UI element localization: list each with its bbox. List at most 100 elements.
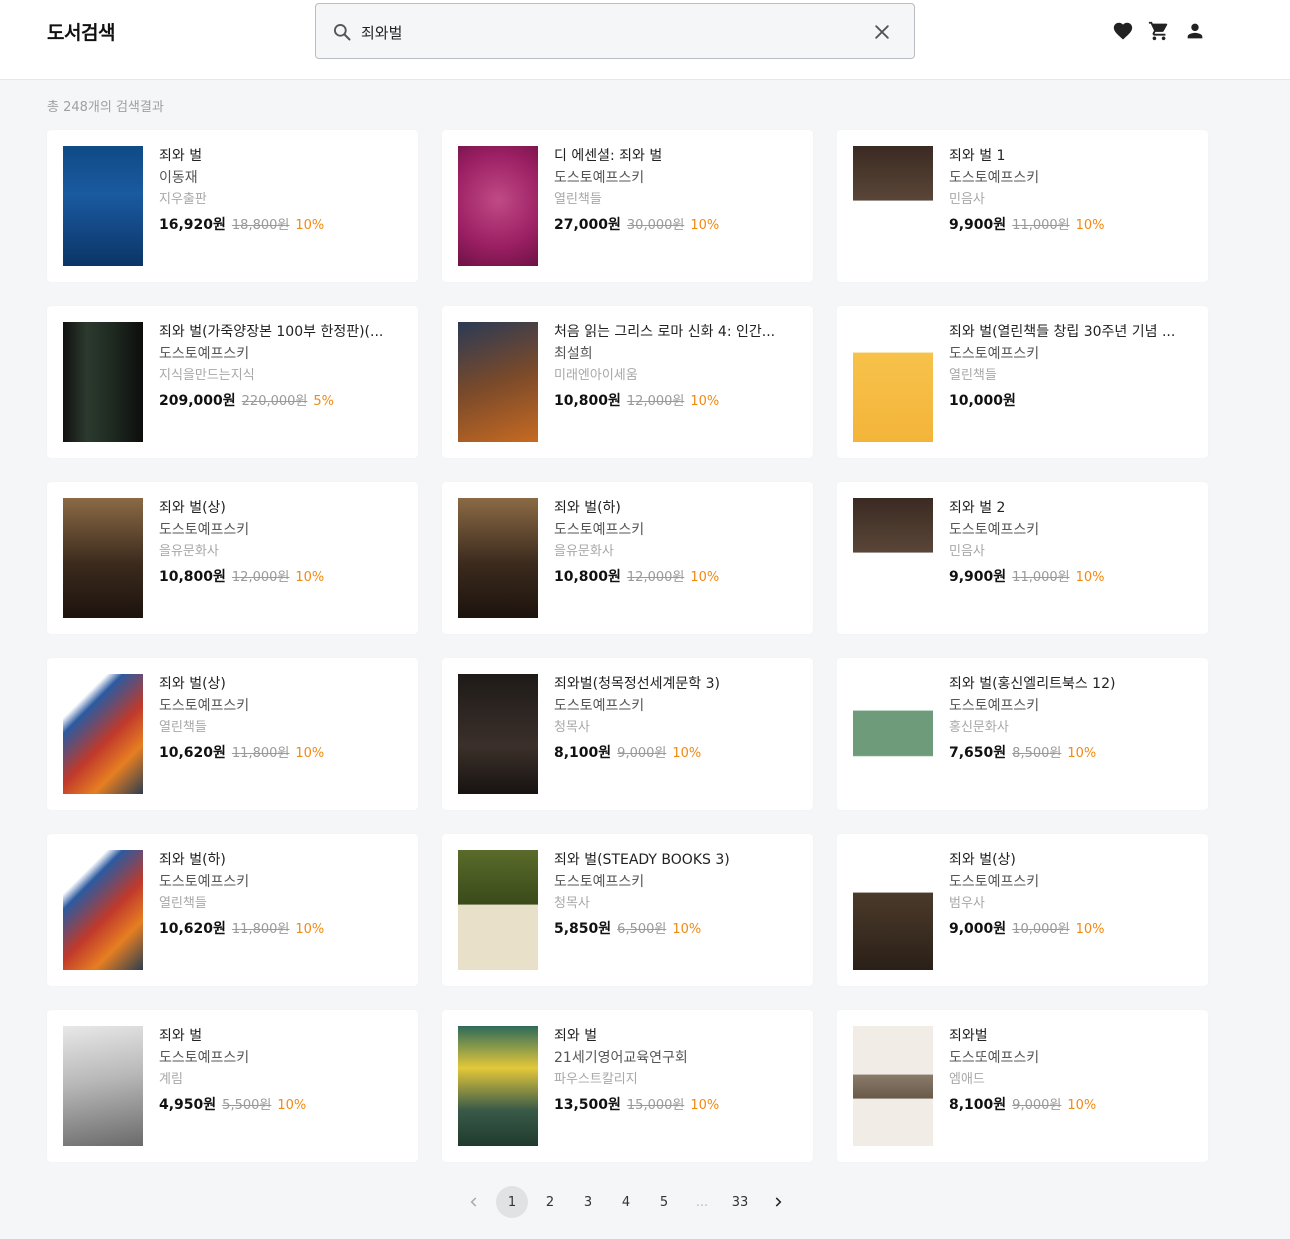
book-cover[interactable] [853, 146, 933, 266]
sale-price: 9,900원 [949, 217, 1007, 233]
book-cover[interactable] [853, 674, 933, 794]
book-card[interactable]: 죄와 벌(STEADY BOOKS 3) 도스토예프스키 청목사 5,850원 6… [442, 834, 813, 986]
book-cover[interactable] [63, 498, 143, 618]
book-cover[interactable] [458, 850, 538, 970]
book-title[interactable]: 죄와 벌(가죽양장본 100부 한정판)(... [159, 322, 399, 342]
book-title[interactable]: 죄와 벌(상) [949, 850, 1189, 870]
book-info: 죄와 벌(상) 도스토예프스키 을유문화사 10,800원 12,000원 10% [159, 498, 399, 587]
page-button[interactable]: 5 [648, 1186, 680, 1218]
book-card[interactable]: 죄와 벌(가죽양장본 100부 한정판)(... 도스토예프스키 지식을만드는지… [47, 306, 418, 458]
search-input[interactable] [361, 18, 841, 46]
book-cover[interactable] [853, 850, 933, 970]
book-title[interactable]: 디 에센셜: 죄와 벌 [554, 146, 794, 166]
book-publisher: 계림 [159, 1072, 183, 1087]
book-title[interactable]: 죄와 벌(열린책들 창립 30주년 기념 ... [949, 322, 1189, 342]
book-cover[interactable] [63, 674, 143, 794]
book-title[interactable]: 죄와벌 [949, 1026, 1189, 1046]
book-prices: 10,620원 11,800원 10% [159, 743, 399, 763]
pagination: 1 2 3 4 5 ... 33 [458, 1186, 800, 1218]
book-cover[interactable] [458, 674, 538, 794]
book-info: 죄와 벌(홍신엘리트북스 12) 도스토예프스키 홍신문화사 7,650원 8,5… [949, 674, 1189, 763]
book-info: 죄와 벌(열린책들 창립 30주년 기념 ... 도스토예프스키 열린책들 10… [949, 322, 1189, 411]
book-cover[interactable] [458, 498, 538, 618]
book-card[interactable]: 죄와 벌(하) 도스토예프스키 열린책들 10,620원 11,800원 10% [47, 834, 418, 986]
original-price: 11,000원 [1012, 570, 1070, 585]
book-author: 도스토예프스키 [159, 1050, 250, 1066]
book-cover[interactable] [458, 322, 538, 442]
book-title[interactable]: 죄와 벌 1 [949, 146, 1189, 166]
book-card[interactable]: 죄와 벌(홍신엘리트북스 12) 도스토예프스키 홍신문화사 7,650원 8,5… [837, 658, 1208, 810]
book-card[interactable]: 죄와 벌(상) 도스토예프스키 을유문화사 10,800원 12,000원 10% [47, 482, 418, 634]
book-title[interactable]: 죄와 벌(하) [554, 498, 794, 518]
book-card[interactable]: 죄와 벌(상) 도스토예프스키 범우사 9,000원 10,000원 10% [837, 834, 1208, 986]
original-price: 8,500원 [1012, 746, 1062, 761]
book-title[interactable]: 처음 읽는 그리스 로마 신화 4: 인간... [554, 322, 794, 342]
book-title[interactable]: 죄와 벌(하) [159, 850, 399, 870]
book-prices: 209,000원 220,000원 5% [159, 391, 399, 411]
book-cover[interactable] [853, 1026, 933, 1146]
book-card[interactable]: 처음 읽는 그리스 로마 신화 4: 인간... 최설희 미래엔아이세움 10,… [442, 306, 813, 458]
clear-search-icon[interactable] [872, 22, 892, 42]
book-title[interactable]: 죄와 벌 [159, 1026, 399, 1046]
book-cover[interactable] [63, 322, 143, 442]
original-price: 9,000원 [617, 746, 667, 761]
discount-rate: 10% [295, 746, 325, 761]
page-ellipsis: ... [695, 1194, 709, 1210]
book-title[interactable]: 죄와 벌(STEADY BOOKS 3) [554, 850, 794, 870]
book-info: 죄와 벌(STEADY BOOKS 3) 도스토예프스키 청목사 5,850원 6… [554, 850, 794, 939]
book-info: 죄와 벌(가죽양장본 100부 한정판)(... 도스토예프스키 지식을만드는지… [159, 322, 399, 411]
book-cover[interactable] [458, 146, 538, 266]
book-card[interactable]: 죄와벌(청목정선세계문학 3) 도스토예프스키 청목사 8,100원 9,000원… [442, 658, 813, 810]
book-publisher: 열린책들 [159, 896, 207, 911]
book-cover[interactable] [853, 322, 933, 442]
cart-icon[interactable] [1148, 20, 1170, 42]
book-cover[interactable] [853, 498, 933, 618]
page-button[interactable]: 1 [496, 1186, 528, 1218]
book-author: 도스토예프스키 [159, 874, 250, 890]
heart-icon[interactable] [1112, 20, 1134, 42]
page-button[interactable]: 4 [610, 1186, 642, 1218]
book-title[interactable]: 죄와 벌(상) [159, 674, 399, 694]
book-prices: 10,000원 [949, 391, 1189, 411]
book-cover[interactable] [458, 1026, 538, 1146]
book-card[interactable]: 죄와 벌(열린책들 창립 30주년 기념 ... 도스토예프스키 열린책들 10… [837, 306, 1208, 458]
book-card[interactable]: 죄와 벌 1 도스토예프스키 민음사 9,900원 11,000원 10% [837, 130, 1208, 282]
page-button[interactable]: 2 [534, 1186, 566, 1218]
book-card[interactable]: 죄와 벌 2 도스토예프스키 민음사 9,900원 11,000원 10% [837, 482, 1208, 634]
book-card[interactable]: 죄와 벌 도스토예프스키 계림 4,950원 5,500원 10% [47, 1010, 418, 1162]
sale-price: 9,000원 [949, 921, 1007, 937]
sale-price: 10,620원 [159, 745, 226, 761]
page-button[interactable]: 3 [572, 1186, 604, 1218]
sale-price: 7,650원 [949, 745, 1007, 761]
book-card[interactable]: 죄와 벌(상) 도스토예프스키 열린책들 10,620원 11,800원 10% [47, 658, 418, 810]
book-title[interactable]: 죄와 벌 2 [949, 498, 1189, 518]
book-title[interactable]: 죄와 벌 [554, 1026, 794, 1046]
book-publisher: 홍신문화사 [949, 720, 1009, 735]
book-cover[interactable] [63, 146, 143, 266]
discount-rate: 10% [277, 1098, 307, 1113]
book-card[interactable]: 죄와 벌 이동재 지우출판 16,920원 18,800원 10% [47, 130, 418, 282]
book-cover[interactable] [63, 850, 143, 970]
original-price: 12,000원 [626, 394, 685, 409]
book-info: 죄와 벌 도스토예프스키 계림 4,950원 5,500원 10% [159, 1026, 399, 1115]
book-card[interactable]: 디 에센셜: 죄와 벌 도스토예프스키 열린책들 27,000원 30,000원 1… [442, 130, 813, 282]
account-icon[interactable] [1184, 20, 1206, 42]
book-title[interactable]: 죄와벌(청목정선세계문학 3) [554, 674, 794, 694]
book-cover[interactable] [63, 1026, 143, 1146]
discount-rate: 10% [295, 570, 325, 585]
original-price: 6,500원 [617, 922, 667, 937]
prev-page-button[interactable] [458, 1186, 490, 1218]
sale-price: 10,800원 [554, 569, 621, 585]
book-title[interactable]: 죄와 벌(홍신엘리트북스 12) [949, 674, 1189, 694]
book-title[interactable]: 죄와 벌 [159, 146, 399, 166]
book-title[interactable]: 죄와 벌(상) [159, 498, 399, 518]
book-card[interactable]: 죄와벌 도스또예프스키 엠애드 8,100원 9,000원 10% [837, 1010, 1208, 1162]
book-author: 도스토예프스키 [159, 522, 250, 538]
app-logo[interactable]: 도서검색 [47, 18, 115, 45]
page-button[interactable]: 33 [724, 1186, 756, 1218]
original-price: 11,800원 [231, 746, 290, 761]
next-page-button[interactable] [762, 1186, 794, 1218]
book-info: 죄와 벌(상) 도스토예프스키 범우사 9,000원 10,000원 10% [949, 850, 1189, 939]
book-card[interactable]: 죄와 벌(하) 도스토예프스키 을유문화사 10,800원 12,000원 10% [442, 482, 813, 634]
book-card[interactable]: 죄와 벌 21세기영어교육연구회 파우스트칼리지 13,500원 15,000원 1… [442, 1010, 813, 1162]
